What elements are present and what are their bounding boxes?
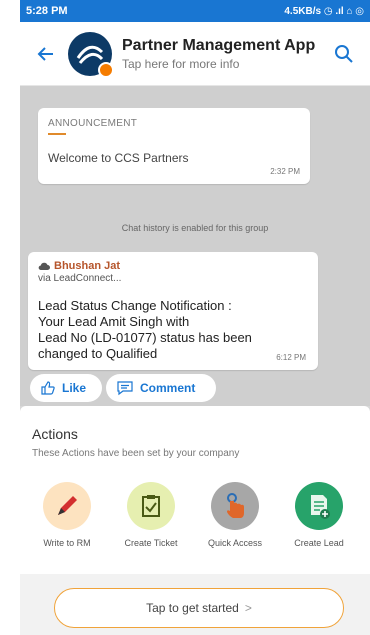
action-label: Quick Access: [207, 538, 263, 548]
sheet-footer: Tap to get started >: [20, 574, 370, 635]
status-bar: 5:28 PM 4.5KB/s ◷ .ıl ⌂ ◎: [20, 0, 370, 22]
sender-name: Bhushan Jat: [54, 260, 121, 272]
add-document-icon: [311, 495, 330, 519]
message-via: via LeadConnect...: [38, 273, 122, 284]
chat-area: ANNOUNCEMENT Welcome to CCS Partners 2:3…: [20, 86, 370, 406]
action-label: Create Ticket: [124, 538, 178, 548]
like-button[interactable]: Like: [30, 374, 102, 402]
app-logo[interactable]: [68, 31, 114, 78]
app-subtitle: Tap here for more info: [122, 56, 240, 71]
status-time: 5:28 PM: [26, 5, 68, 17]
action-icon-circle: [127, 482, 175, 530]
action-create-lead[interactable]: Create Lead: [278, 482, 360, 548]
comment-button[interactable]: Comment: [106, 374, 216, 402]
chevron-right-icon: >: [244, 601, 252, 615]
app-title: Partner Management App: [122, 36, 316, 54]
message-time: 6:12 PM: [276, 353, 306, 362]
like-label: Like: [62, 381, 87, 395]
announcement-text: Welcome to CCS Partners: [48, 151, 189, 165]
announcement-underline: [48, 133, 66, 135]
header-text[interactable]: Partner Management App Tap here for more…: [122, 37, 324, 71]
app-header: Partner Management App Tap here for more…: [20, 22, 370, 86]
comment-label: Comment: [140, 381, 196, 395]
get-started-button[interactable]: Tap to get started >: [54, 588, 344, 628]
action-label: Write to RM: [43, 538, 91, 548]
back-button[interactable]: [26, 34, 66, 74]
arrow-left-icon: [37, 46, 53, 61]
actions-title: Actions: [32, 426, 78, 442]
status-indicators: 4.5KB/s ◷ .ıl ⌂ ◎: [284, 5, 364, 17]
action-quick-access[interactable]: Quick Access: [194, 482, 276, 548]
message-sender: Bhushan Jat: [38, 260, 308, 272]
announcement-card[interactable]: ANNOUNCEMENT Welcome to CCS Partners 2:3…: [38, 108, 310, 184]
clipboard-check-icon: [142, 495, 160, 517]
get-started-label: Tap to get started: [146, 601, 239, 615]
announcement-time: 2:32 PM: [270, 167, 300, 176]
search-button[interactable]: [324, 34, 364, 74]
cloud-icon: [38, 262, 50, 271]
action-write-to-rm[interactable]: Write to RM: [26, 482, 108, 548]
phone-screen: 5:28 PM 4.5KB/s ◷ .ıl ⌂ ◎ Partner Manage…: [20, 0, 370, 635]
actions-subtitle: These Actions have been set by your comp…: [32, 448, 240, 459]
notification-badge: [98, 61, 114, 78]
action-icon-circle: [211, 482, 259, 530]
action-label: Create Lead: [294, 538, 344, 548]
announcement-label: ANNOUNCEMENT: [48, 118, 138, 129]
message-body: Lead Status Change Notification : Your L…: [38, 298, 252, 361]
touch-icon: [227, 493, 244, 518]
chat-history-note: Chat history is enabled for this group: [121, 223, 269, 233]
actions-sheet: Actions These Actions have been set by y…: [20, 406, 370, 635]
pen-icon: [58, 496, 77, 515]
action-icon-circle: [295, 482, 343, 530]
thumbs-up-icon: [41, 381, 55, 395]
action-create-ticket[interactable]: Create Ticket: [110, 482, 192, 548]
comment-icon: [117, 381, 133, 396]
search-icon: [335, 44, 353, 63]
lead-message-bubble[interactable]: Bhushan Jat via LeadConnect... Lead Stat…: [28, 252, 318, 370]
action-icon-circle: [43, 482, 91, 530]
